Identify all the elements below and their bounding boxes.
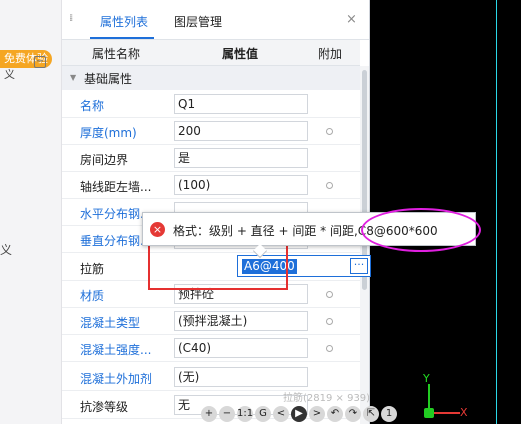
property-table-header: 属性名称 属性值 附加 — [62, 40, 360, 66]
sidebar-text-mid: 义 — [0, 243, 13, 257]
tab-property-list[interactable]: 属性列表 — [100, 13, 148, 30]
property-name: 混凝土强度... — [80, 343, 152, 357]
viewport-guide-line — [496, 0, 497, 424]
grid-button[interactable]: G — [255, 406, 271, 422]
section-basic-properties[interactable]: ▼ 基础属性 — [62, 66, 360, 90]
previous-button[interactable]: < — [273, 406, 289, 422]
property-name: 混凝土类型 — [80, 316, 141, 330]
property-name: 房间边界 — [80, 153, 129, 167]
property-row[interactable]: 混凝土强度... (C40) — [62, 335, 360, 362]
header-value: 属性值 — [222, 47, 259, 61]
property-value-field[interactable]: (无) — [174, 367, 308, 387]
property-name: 厚度(mm) — [80, 126, 137, 140]
more-options-button[interactable]: ··· — [350, 258, 368, 274]
property-value-field[interactable]: (100) — [174, 175, 308, 195]
next-button[interactable]: > — [309, 406, 325, 422]
axis-origin-icon — [424, 408, 434, 418]
page-button[interactable]: 1 — [381, 406, 397, 422]
close-icon[interactable]: × — [346, 12, 357, 27]
sidebar-text-top: 义 — [4, 68, 15, 81]
error-icon: × — [150, 222, 165, 237]
header-name: 属性名称 — [92, 47, 141, 61]
collapse-arrow-icon[interactable]: ▼ — [70, 73, 76, 82]
panel-tabs: ⁞⁞ 属性列表 图层管理 × — [62, 0, 369, 40]
annotation-magenta-ellipse — [361, 208, 481, 252]
extra-checkbox[interactable] — [326, 182, 333, 189]
tab-layer-management[interactable]: 图层管理 — [174, 13, 222, 30]
property-value-field[interactable]: (预拌混凝土) — [174, 311, 308, 331]
redo-button[interactable]: ↷ — [345, 406, 361, 422]
property-name: 轴线距左墙... — [80, 180, 152, 194]
property-row[interactable]: 混凝土类型 (预拌混凝土) — [62, 308, 360, 335]
left-sidebar-strip: 免费体验 − 义 义 — [0, 0, 62, 424]
property-value-field[interactable]: Q1 — [174, 94, 308, 114]
axis-x-line — [430, 412, 460, 414]
fullscreen-button[interactable]: ⇱ — [363, 406, 379, 422]
extra-checkbox[interactable] — [326, 345, 333, 352]
zoom-in-button[interactable]: + — [201, 406, 217, 422]
actual-size-button[interactable]: 1:1 — [237, 406, 253, 422]
viewport-toolbar: + − 1:1 G < ▶ > ↶ ↷ ⇱ 1 — [201, 406, 397, 422]
collapse-icon[interactable]: − — [34, 56, 46, 68]
extra-checkbox[interactable] — [326, 291, 333, 298]
property-name: 混凝土外加剂 — [80, 372, 153, 386]
property-name: 名称 — [80, 99, 105, 113]
extra-checkbox[interactable] — [326, 128, 333, 135]
property-value-field[interactable]: (C40) — [174, 338, 308, 358]
section-label: 基础属性 — [84, 72, 133, 86]
zoom-out-button[interactable]: − — [219, 406, 235, 422]
drag-grip-icon[interactable]: ⁞⁞ — [69, 13, 77, 27]
extra-checkbox[interactable] — [326, 318, 333, 325]
property-row[interactable]: 名称 Q1 — [62, 91, 360, 118]
property-name: 抗渗等级 — [80, 400, 129, 414]
undo-button[interactable]: ↶ — [327, 406, 343, 422]
header-extra: 附加 — [318, 47, 343, 61]
property-row[interactable]: 厚度(mm) 200 — [62, 118, 360, 145]
property-row[interactable]: 轴线距左墙... (100) — [62, 172, 360, 199]
viewport-hint: 拉筋(2819 × 939) — [283, 393, 371, 404]
property-row[interactable]: 房间边界 是 — [62, 145, 360, 172]
property-value-field[interactable]: 200 — [174, 121, 308, 141]
property-row[interactable]: 混凝土外加剂 (无) — [62, 364, 360, 391]
property-value-field[interactable]: 是 — [174, 148, 308, 168]
play-button[interactable]: ▶ — [291, 406, 307, 422]
axis-x-label: X — [460, 406, 468, 419]
active-tab-indicator — [90, 37, 154, 39]
